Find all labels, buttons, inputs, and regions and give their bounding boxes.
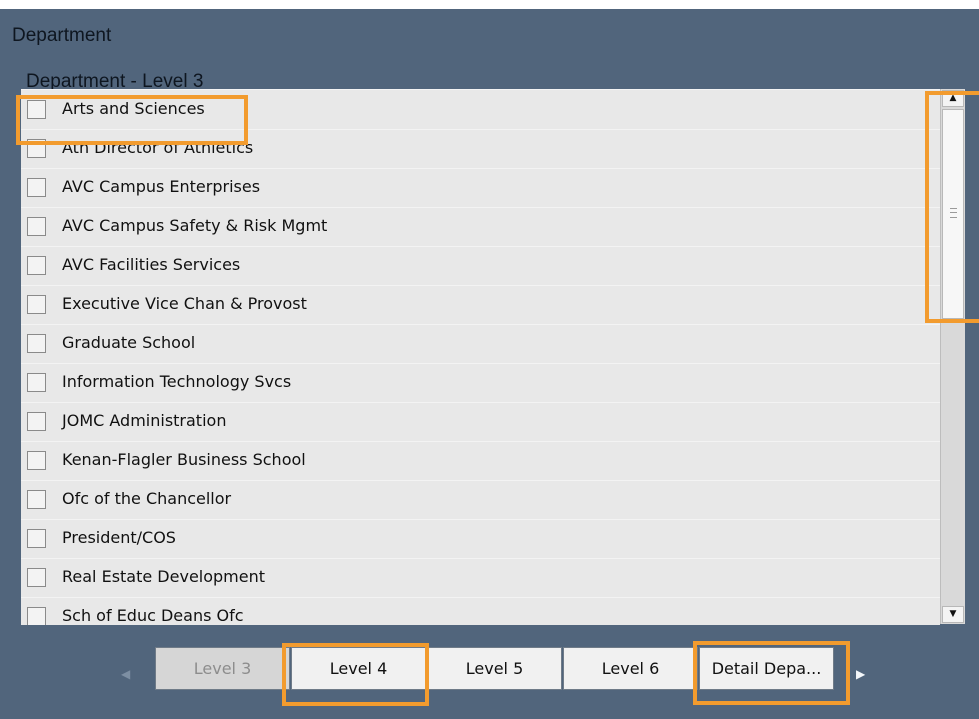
panel-title: Department — [12, 25, 112, 46]
checkbox[interactable] — [27, 334, 46, 353]
checkbox[interactable] — [27, 607, 46, 625]
checkbox[interactable] — [27, 217, 46, 236]
list-item[interactable]: Information Technology Svcs — [21, 363, 940, 403]
checkbox[interactable] — [27, 178, 46, 197]
tab-level-3: Level 3 — [155, 647, 290, 690]
grip-icon — [950, 208, 957, 218]
checkbox[interactable] — [27, 568, 46, 587]
checkbox[interactable] — [27, 295, 46, 314]
tab-level-5[interactable]: Level 5 — [427, 647, 562, 690]
tab-level-6[interactable]: Level 6 — [563, 647, 698, 690]
checkbox[interactable] — [27, 139, 46, 158]
list-item-label: Real Estate Development — [62, 567, 266, 586]
list-item[interactable]: Sch of Educ Deans Ofc — [21, 597, 940, 625]
list-item[interactable]: JOMC Administration — [21, 402, 940, 442]
list-item[interactable]: Executive Vice Chan & Provost — [21, 285, 940, 325]
list-item-label: JOMC Administration — [62, 411, 227, 430]
next-arrow-icon[interactable]: ▶ — [856, 668, 865, 680]
list-item-label: Graduate School — [62, 333, 196, 352]
scrollbar-thumb[interactable] — [942, 109, 964, 319]
list-item[interactable]: AVC Campus Safety & Risk Mgmt — [21, 207, 940, 247]
list-item[interactable]: Graduate School — [21, 324, 940, 364]
vertical-scrollbar[interactable]: ▲ ▼ — [940, 89, 965, 624]
checkbox[interactable] — [27, 451, 46, 470]
tab-level-4[interactable]: Level 4 — [291, 647, 426, 690]
list-item-label: AVC Campus Enterprises — [62, 177, 261, 196]
triangle-up-icon[interactable]: ▲ — [942, 90, 964, 107]
checkbox[interactable] — [27, 256, 46, 275]
triangle-down-icon[interactable]: ▼ — [942, 606, 964, 623]
list-item[interactable]: AVC Campus Enterprises — [21, 168, 940, 208]
list-item[interactable]: President/COS — [21, 519, 940, 559]
list-item-label: Ofc of the Chancellor — [62, 489, 232, 508]
list-item-label: AVC Facilities Services — [62, 255, 241, 274]
list-item-label: Information Technology Svcs — [62, 372, 292, 391]
list-item-label: Executive Vice Chan & Provost — [62, 294, 307, 313]
tab-detail-department[interactable]: Detail Depa... — [699, 647, 834, 690]
checkbox[interactable] — [27, 373, 46, 392]
list-item-label: Kenan-Flagler Business School — [62, 450, 306, 469]
list-item[interactable]: Kenan-Flagler Business School — [21, 441, 940, 481]
checkbox[interactable] — [27, 490, 46, 509]
list-item-label: President/COS — [62, 528, 176, 547]
list-item[interactable]: Real Estate Development — [21, 558, 940, 598]
list-item-label: Sch of Educ Deans Ofc — [62, 606, 244, 625]
checkbox[interactable] — [27, 100, 46, 119]
checkbox[interactable] — [27, 412, 46, 431]
department-list: Arts and Sciences Ath Director of Athlet… — [21, 89, 940, 625]
prev-arrow-icon[interactable]: ◀ — [121, 668, 130, 680]
list-item[interactable]: Ofc of the Chancellor — [21, 480, 940, 520]
list-item-label: AVC Campus Safety & Risk Mgmt — [62, 216, 328, 235]
list-item[interactable]: Ath Director of Athletics — [21, 129, 940, 169]
checkbox[interactable] — [27, 529, 46, 548]
list-item[interactable]: AVC Facilities Services — [21, 246, 940, 286]
list-item[interactable]: Arts and Sciences — [21, 90, 940, 130]
list-item-label: Ath Director of Athletics — [62, 138, 254, 157]
list-item-label: Arts and Sciences — [62, 99, 205, 118]
